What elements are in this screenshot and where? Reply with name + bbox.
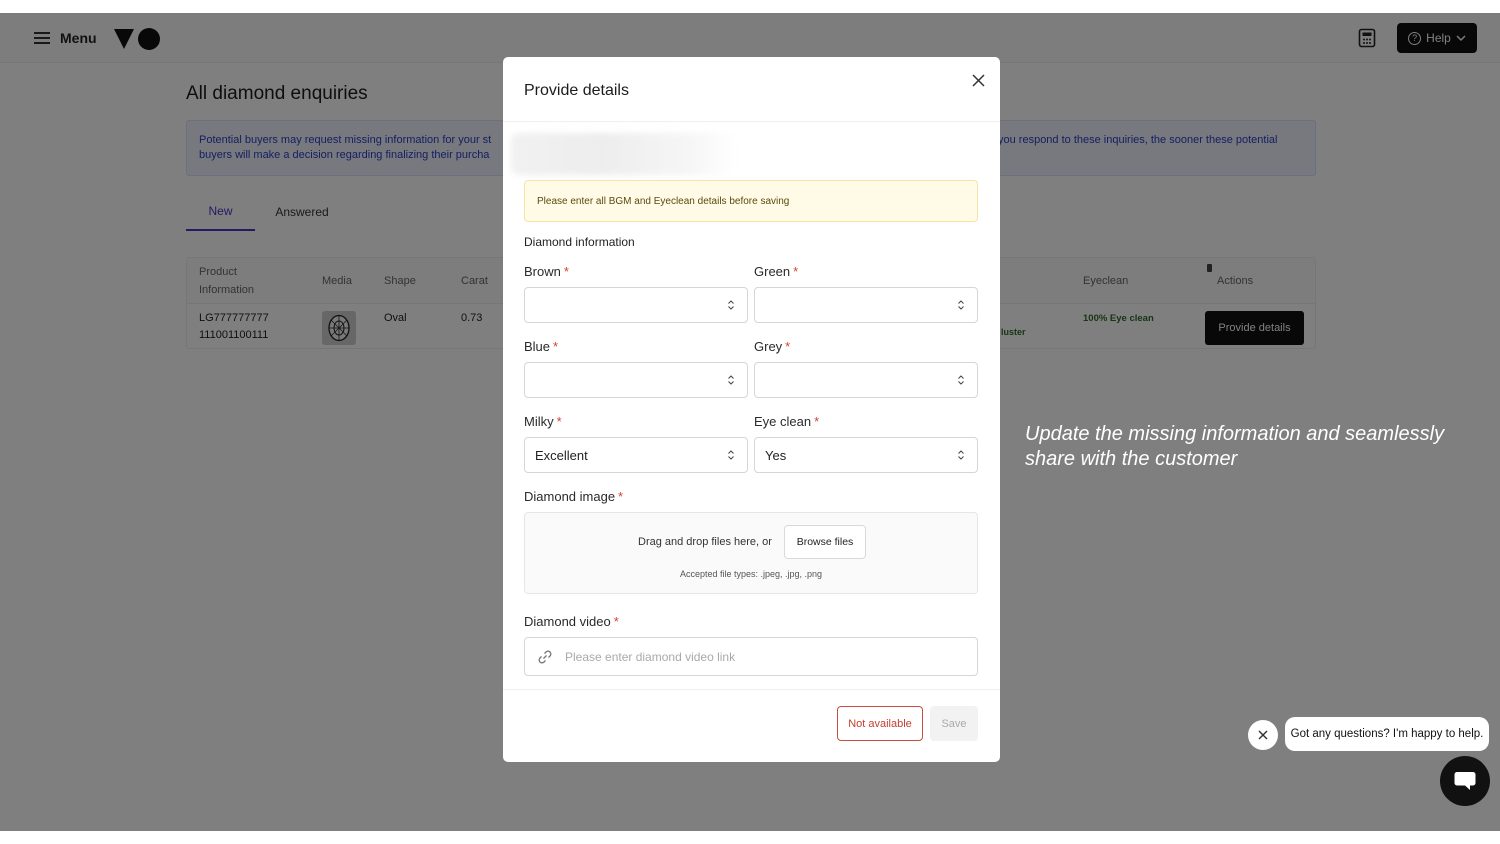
accepted-file-types: Accepted file types: .jpeg, .jpg, .png [679, 569, 823, 579]
diamond-video-label-text: Diamond video [524, 614, 611, 629]
chat-icon [1454, 772, 1476, 790]
required-mark: * [618, 489, 624, 504]
close-icon [1258, 730, 1268, 740]
eye-clean-label-text: Eye clean [754, 414, 812, 429]
green-label-text: Green [754, 264, 791, 279]
select-chevron-icon [728, 300, 734, 310]
select-chevron-icon [728, 450, 734, 460]
modal-footer: Not available Save [503, 689, 1000, 762]
diamond-image-label: Diamond image * [524, 489, 623, 504]
warning-banner: Please enter all BGM and Eyeclean detail… [524, 180, 978, 222]
blue-label: Blue * [524, 339, 558, 354]
grey-select[interactable] [754, 362, 978, 398]
blue-select[interactable] [524, 362, 748, 398]
diamond-video-field[interactable] [524, 637, 978, 676]
provide-details-modal: Provide details Please enter all BGM and… [503, 57, 1000, 762]
required-mark: * [563, 264, 569, 279]
link-icon [538, 650, 552, 664]
not-available-button[interactable]: Not available [837, 706, 923, 741]
blue-label-text: Blue [524, 339, 551, 354]
brown-select[interactable] [524, 287, 748, 323]
dropzone-text: Drag and drop files here, or [638, 536, 772, 548]
milky-label: Milky * [524, 414, 562, 429]
green-select[interactable] [754, 287, 978, 323]
grey-label: Grey * [754, 339, 790, 354]
required-mark: * [785, 339, 791, 354]
required-mark: * [553, 339, 559, 354]
select-chevron-icon [958, 375, 964, 385]
close-icon [971, 73, 985, 87]
select-chevron-icon [958, 450, 964, 460]
eye-clean-select[interactable]: Yes [754, 437, 978, 473]
select-chevron-icon [728, 375, 734, 385]
required-mark: * [814, 414, 820, 429]
image-dropzone[interactable]: Drag and drop files here, or Browse file… [524, 512, 978, 594]
section-title: Diamond information [524, 235, 635, 249]
brown-label-text: Brown [524, 264, 561, 279]
chat-dismiss-button[interactable] [1248, 720, 1278, 750]
eye-clean-value: Yes [765, 448, 787, 463]
grey-label-text: Grey [754, 339, 783, 354]
modal-title: Provide details [524, 82, 629, 99]
green-label: Green * [754, 264, 798, 279]
required-mark: * [613, 614, 619, 629]
milky-label-text: Milky [524, 414, 554, 429]
close-button[interactable] [969, 71, 987, 89]
eye-clean-label: Eye clean * [754, 414, 819, 429]
required-mark: * [556, 414, 562, 429]
modal-header: Provide details [503, 57, 1000, 122]
diamond-image-label-text: Diamond image [524, 489, 616, 504]
diamond-video-input[interactable] [565, 646, 965, 668]
brown-label: Brown * [524, 264, 569, 279]
save-button[interactable]: Save [930, 706, 978, 741]
chat-launcher-button[interactable] [1440, 756, 1490, 806]
milky-value: Excellent [535, 448, 588, 463]
milky-select[interactable]: Excellent [524, 437, 748, 473]
required-mark: * [793, 264, 799, 279]
chat-message-bubble[interactable]: Got any questions? I'm happy to help. [1285, 717, 1489, 751]
browse-files-button[interactable]: Browse files [784, 525, 866, 559]
promo-caption: Update the missing information and seaml… [1025, 423, 1445, 470]
blurred-product-summary [511, 133, 736, 175]
select-chevron-icon [958, 300, 964, 310]
diamond-video-label: Diamond video * [524, 614, 619, 629]
